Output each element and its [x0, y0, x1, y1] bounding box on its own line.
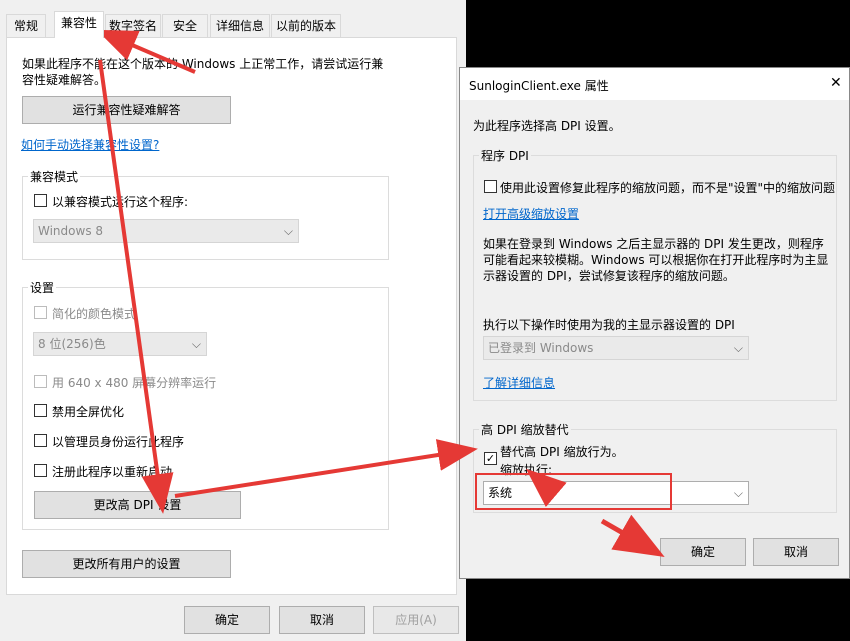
annotation-arrow-to-tab [96, 29, 196, 74]
annotation-arrow-to-ok [600, 514, 665, 557]
annotation-arrows [96, 29, 665, 557]
annotation-arrow-to-dpi-button [98, 59, 174, 514]
annotation-arrow-to-checkbox [525, 468, 567, 507]
annotation-arrow-to-override [174, 439, 478, 498]
tab-compatibility[interactable]: 兼容性 [54, 11, 104, 38]
